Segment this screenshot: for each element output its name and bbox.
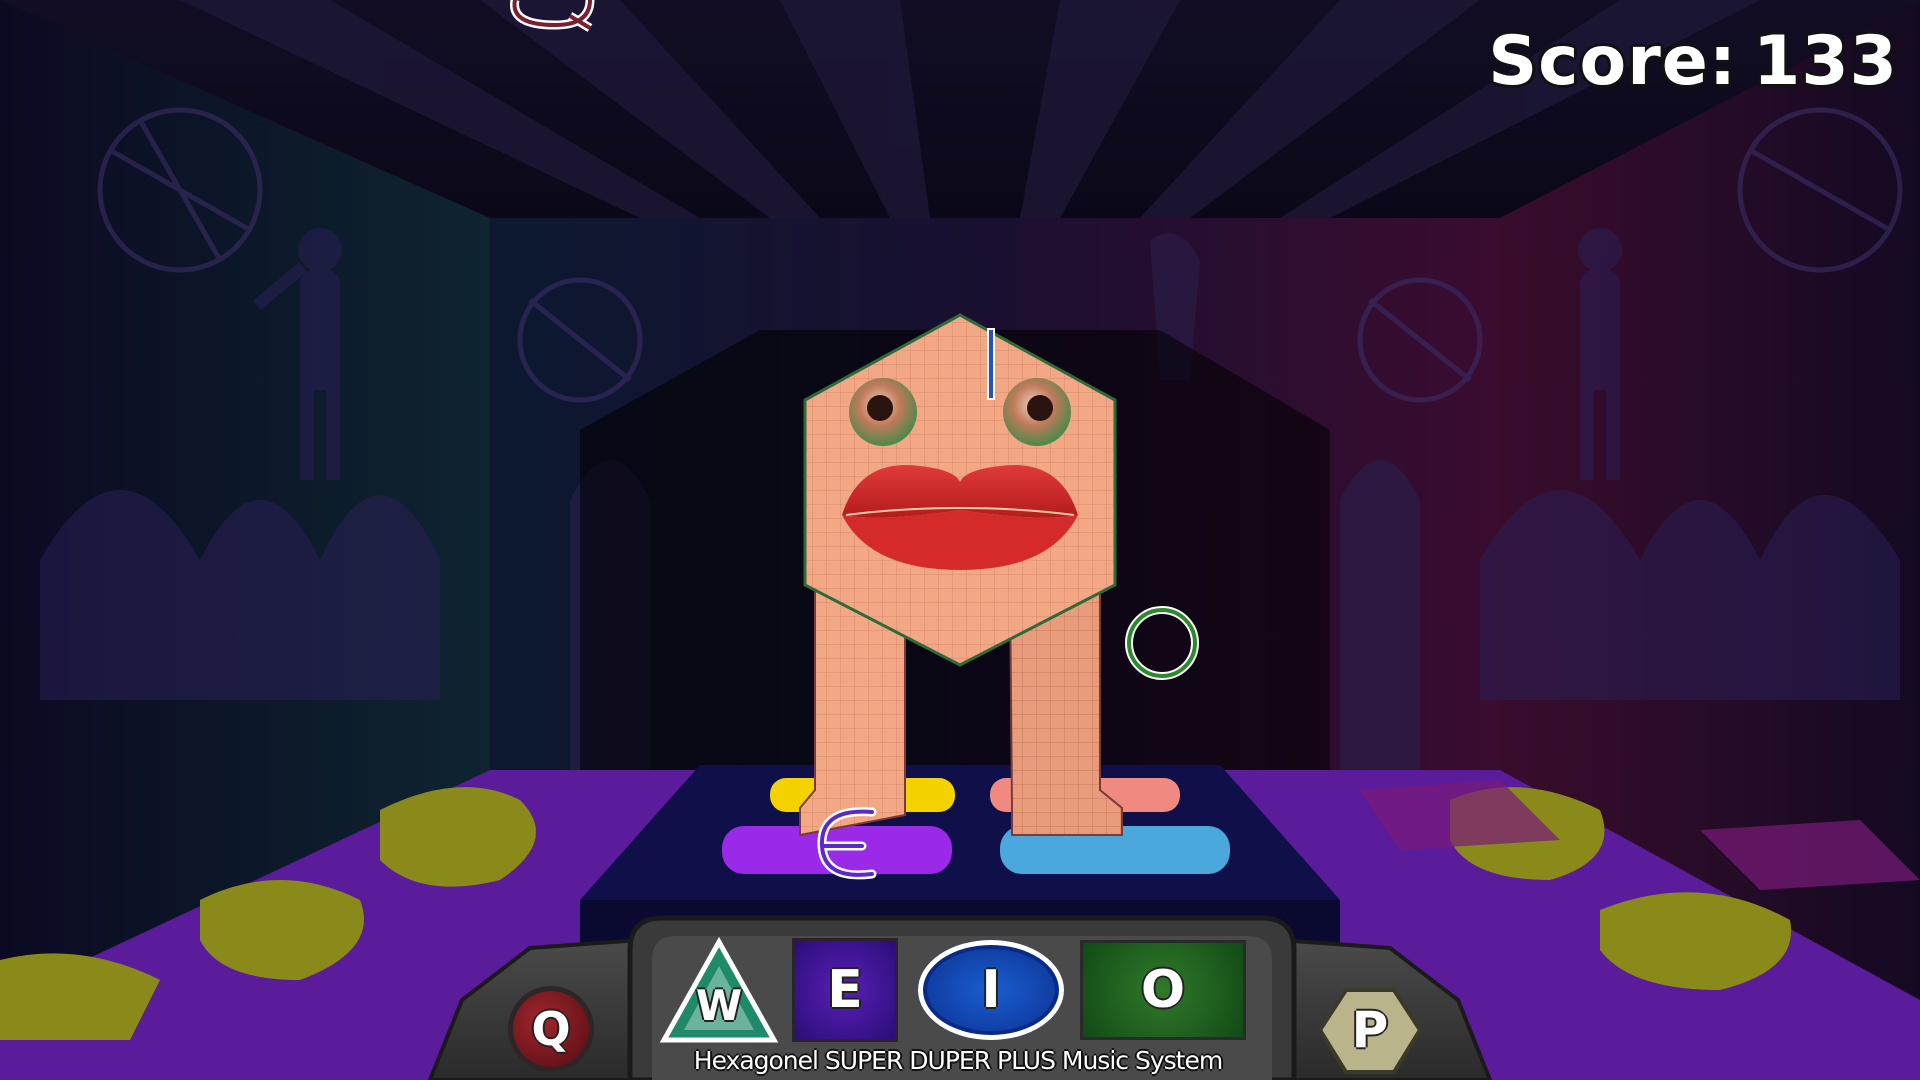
key-q-glyph: Q (531, 1002, 571, 1056)
key-i-glyph: I (981, 960, 1001, 1020)
character-left-eye (849, 378, 917, 446)
score-label: Score: (1488, 22, 1738, 101)
key-o-glyph: O (1140, 960, 1186, 1020)
key-o-button[interactable]: O (1080, 940, 1246, 1040)
console-label: Hexagonel SUPER DUPER PLUS Music System (693, 1046, 1223, 1075)
key-e-glyph: E (827, 960, 863, 1020)
key-e-button[interactable]: E (792, 938, 898, 1042)
note-bar-i-core (989, 330, 993, 398)
key-p-glyph: P (1351, 1001, 1389, 1059)
dance-platform-top (580, 765, 1340, 900)
character-right-eye (1003, 378, 1071, 446)
key-p-button[interactable]: P (1318, 984, 1422, 1076)
score-value: 133 (1753, 22, 1898, 101)
key-w-glyph: W (695, 980, 743, 1030)
key-q-button[interactable]: Q (508, 986, 594, 1072)
key-i-button[interactable]: I (918, 940, 1064, 1040)
score-display: Score: 133 (1488, 22, 1898, 101)
key-w-button[interactable]: W (660, 940, 778, 1044)
game-scene (0, 0, 1920, 1080)
